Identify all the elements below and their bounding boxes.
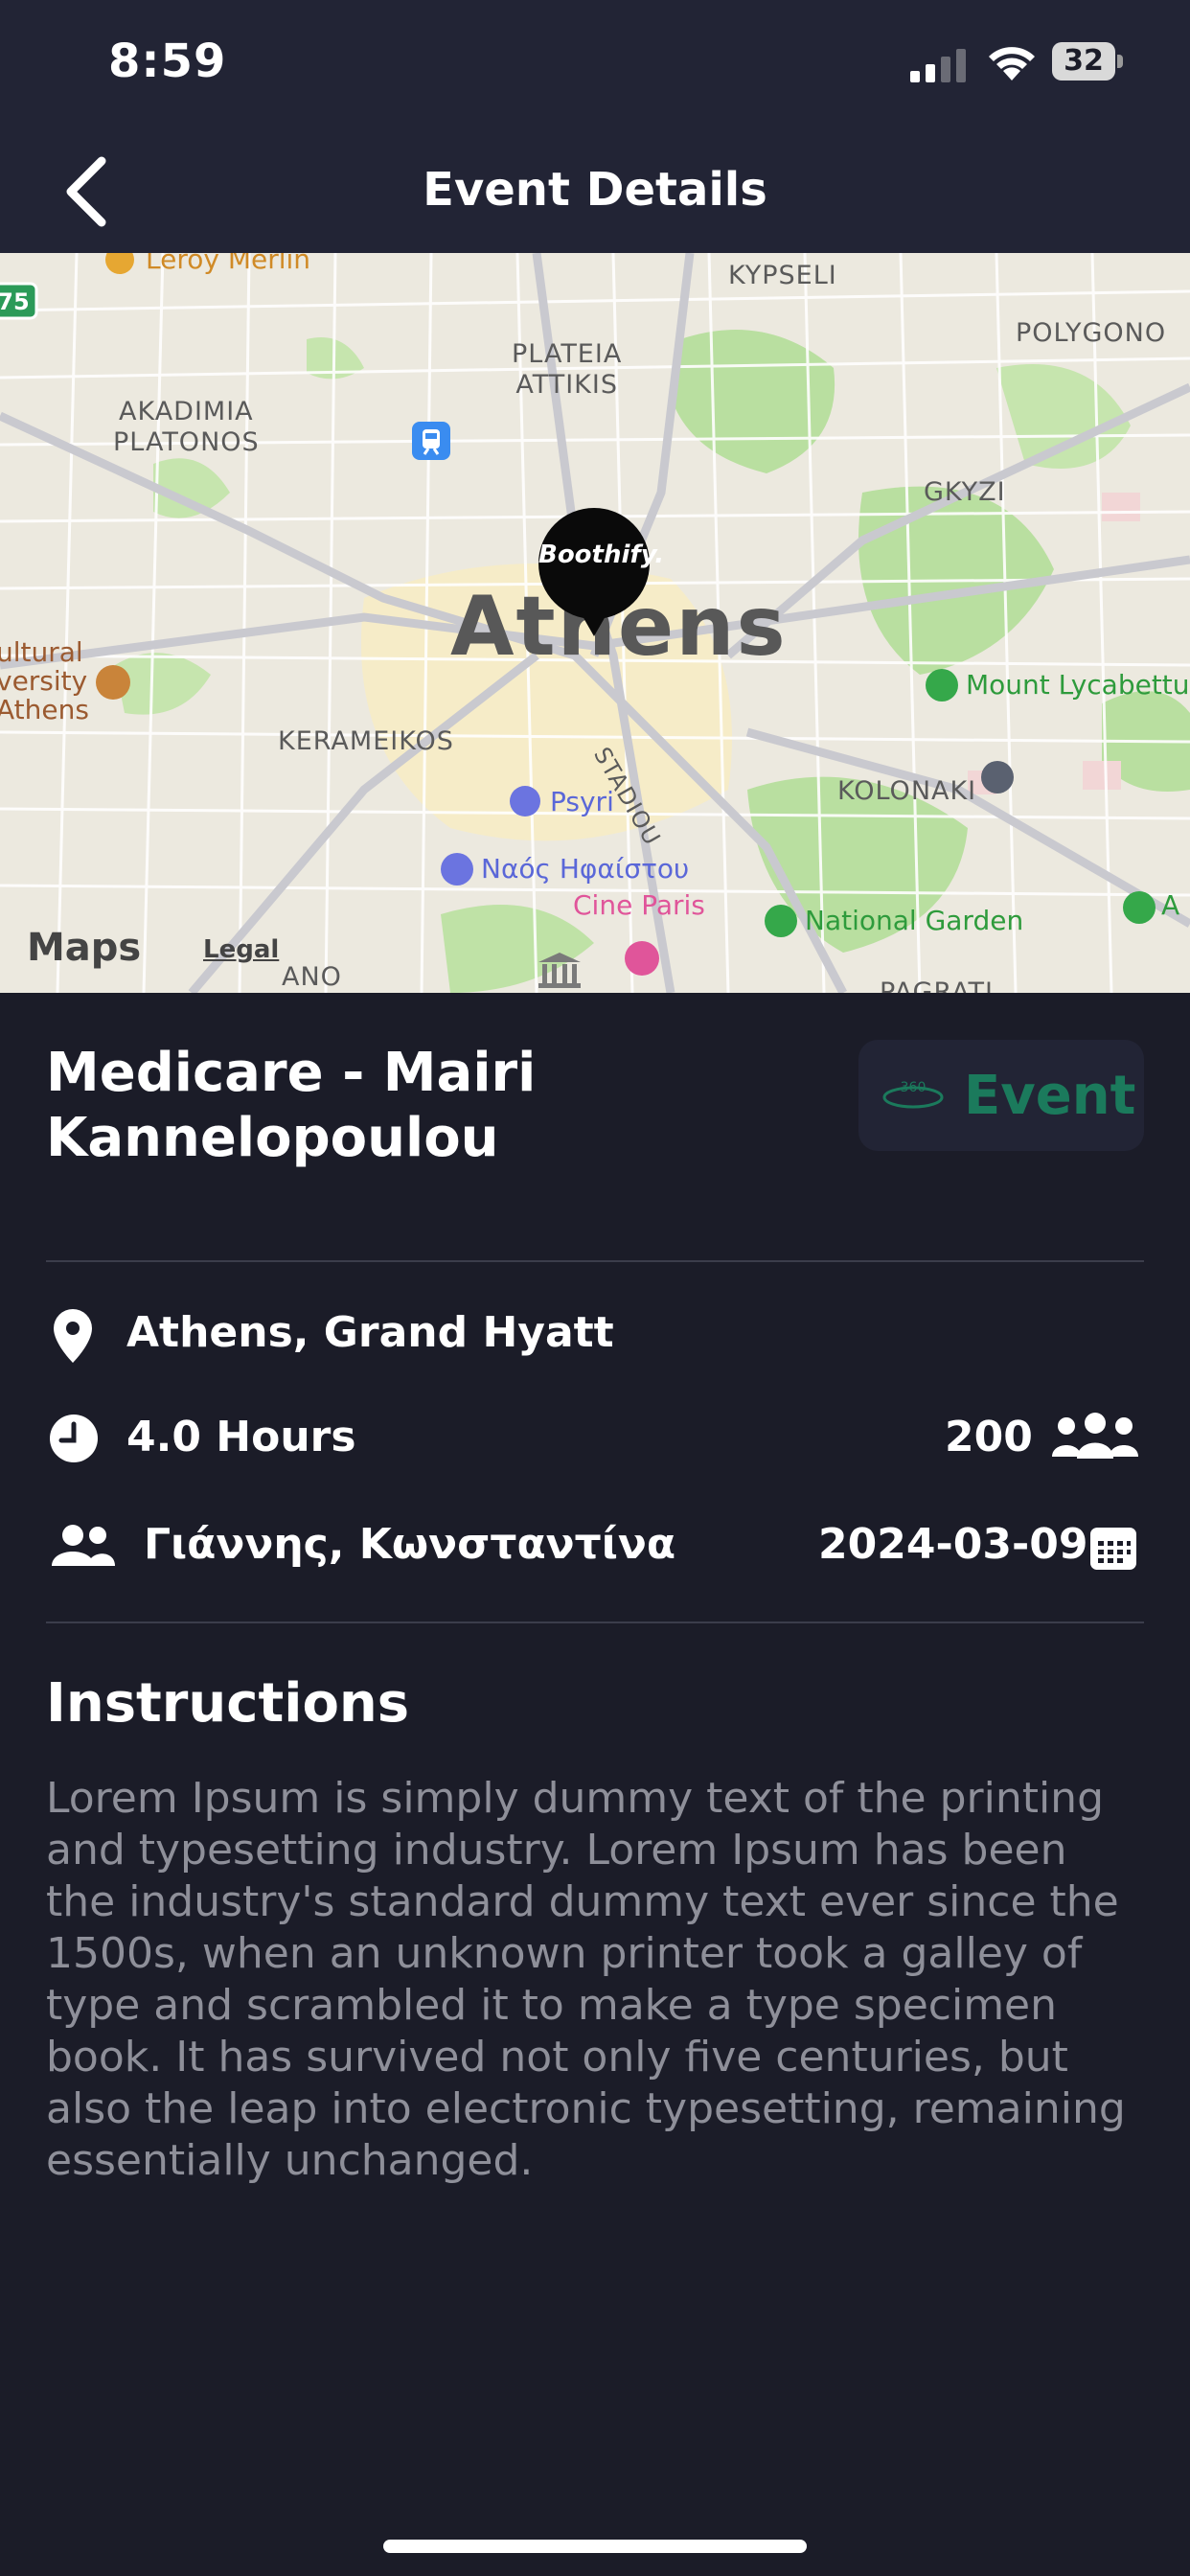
university-marker-icon	[96, 665, 130, 700]
map-label-akadimia-platonos: AKADIMIA PLATONOS	[113, 397, 260, 457]
map-label-mount-lycabettus: Mount Lycabettu	[966, 669, 1190, 701]
map-label-cultural-university: ultural versity Athens	[0, 636, 89, 725]
park-marker-icon	[926, 669, 958, 702]
metro-station-icon	[412, 422, 450, 460]
svg-text:360: 360	[901, 1080, 927, 1095]
guest-count: 200	[945, 1413, 1033, 1461]
battery-percentage: 32	[1064, 44, 1104, 78]
naos-marker-icon	[441, 853, 473, 886]
divider	[46, 1622, 1144, 1623]
map-marker-icon	[981, 761, 1014, 794]
apple-maps-logo: Maps	[27, 926, 142, 970]
park-marker-icon	[1123, 891, 1156, 924]
map-label-pagrati: PAGRATI	[880, 978, 994, 993]
group-people-icon	[1052, 1413, 1138, 1459]
event-type-badge: 360 Event	[858, 1040, 1144, 1151]
instructions-text: Lorem Ipsum is simply dummy text of the …	[46, 1774, 1126, 2185]
national-garden-marker-icon	[765, 905, 797, 937]
page-title: Event Details	[423, 163, 767, 217]
map-label-a: A	[1161, 889, 1180, 921]
event-title: Medicare - Mairi Kannelopoulou	[46, 1042, 537, 1169]
map-label-ano: ANO	[282, 962, 342, 992]
status-time: 8:59	[108, 34, 227, 88]
map-label-kolonaki: KOLONAKI	[837, 776, 977, 806]
monument-icon	[535, 951, 584, 989]
map-label-cine-paris: Cine Paris	[573, 889, 705, 921]
road-number: 75	[0, 288, 30, 315]
assigned-staff: Γιάννης, Κωνσταντίνα	[144, 1520, 676, 1569]
divider	[46, 1260, 1144, 1262]
psyri-marker-icon	[510, 786, 540, 816]
pin-brand-logo: Boothify.	[538, 540, 665, 569]
battery-icon: 32	[1052, 42, 1125, 80]
event-location-pin-icon[interactable]	[537, 506, 652, 640]
map-label-psyri: Psyri	[550, 786, 614, 817]
map-label-naos: Ναός Ηφαίστου	[481, 853, 690, 885]
event-location-map[interactable]: KYPSELI PLATEIA ATTIKIS POLYGONO AKADIMI…	[0, 253, 1190, 993]
navigation-bar: Event Details	[0, 134, 1190, 253]
cinema-marker-icon	[625, 941, 659, 976]
cellular-signal-icon	[910, 49, 966, 82]
map-label-plateia-attikis: PLATEIA ATTIKIS	[512, 339, 623, 400]
event-date: 2024-03-09	[818, 1520, 1088, 1569]
wifi-icon	[989, 47, 1035, 80]
location-pin-icon	[54, 1309, 92, 1363]
instructions-title: Instructions	[46, 1672, 410, 1735]
status-bar: 8:59 32	[0, 0, 1190, 134]
map-label-national-garden: National Garden	[805, 905, 1024, 936]
home-indicator[interactable]	[383, 2540, 807, 2553]
calendar-icon	[1090, 1528, 1136, 1570]
map-label-kerameikos: KERAMEIKOS	[278, 726, 454, 756]
event-badge-label: Event	[964, 1065, 1136, 1127]
map-legal-link[interactable]: Legal	[203, 935, 279, 964]
event-location: Athens, Grand Hyatt	[126, 1308, 614, 1357]
clock-icon	[50, 1414, 98, 1462]
staff-people-icon	[52, 1525, 115, 1566]
map-label-leroy-merlin: Leroy Merlin	[146, 253, 311, 275]
event-duration: 4.0 Hours	[126, 1413, 356, 1461]
map-label-gkyzi: GKYZI	[924, 477, 1006, 507]
map-label-polygono: POLYGONO	[1016, 318, 1167, 348]
map-label-kypseli: KYPSELI	[728, 261, 837, 290]
360-view-icon: 360	[882, 1080, 944, 1109]
